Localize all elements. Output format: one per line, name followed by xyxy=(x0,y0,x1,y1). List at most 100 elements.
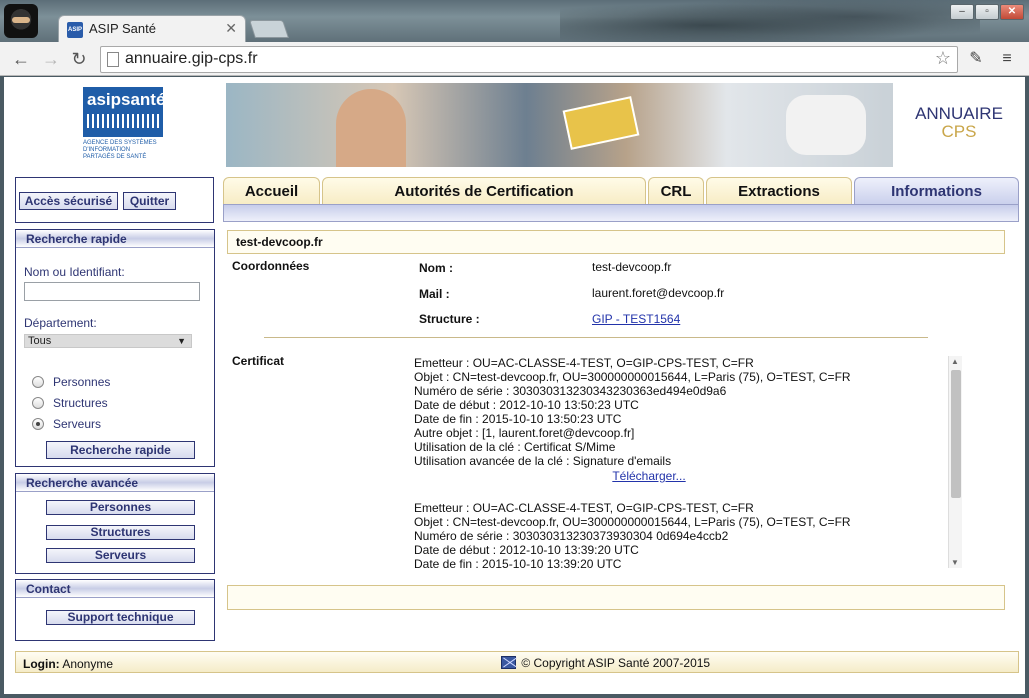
back-arrow-icon[interactable]: ← xyxy=(10,48,32,70)
annuaire-cps-title: ANNUAIRE CPS xyxy=(899,105,1019,141)
logo-subtitle: AGENCE DES SYSTÈMES D'INFORMATION PARTAG… xyxy=(83,140,157,160)
tab-extractions[interactable]: Extractions xyxy=(706,177,852,205)
quick-search-button[interactable]: Recherche rapide xyxy=(46,441,195,459)
cert-key-usage: Utilisation de la clé : Certificat S/Mim… xyxy=(414,440,616,454)
nom-label: Nom : xyxy=(419,261,453,275)
advanced-serveurs-button[interactable]: Serveurs xyxy=(46,548,195,563)
radio-structures-label[interactable]: Structures xyxy=(53,396,108,410)
copyright: © Copyright ASIP Santé 2007-2015 xyxy=(501,656,710,670)
contact-panel: Contact Support technique xyxy=(15,579,215,641)
profile-avatar-icon[interactable] xyxy=(4,4,38,38)
annuaire-title: ANNUAIRE xyxy=(915,104,1003,123)
scrollbar-thumb[interactable] xyxy=(951,370,961,498)
advanced-search-panel: Recherche avancée Personnes Structures S… xyxy=(15,473,215,574)
department-label: Département: xyxy=(24,316,97,330)
banner-card-image xyxy=(562,96,640,150)
radio-personnes-label[interactable]: Personnes xyxy=(53,375,110,389)
tab-autorites[interactable]: Autorités de Certification xyxy=(322,177,646,205)
forward-arrow-icon[interactable]: → xyxy=(40,48,62,70)
mail-label: Mail : xyxy=(419,287,450,301)
certificat-label: Certificat xyxy=(232,354,285,368)
scroll-up-arrow-icon[interactable]: ▲ xyxy=(951,357,959,366)
close-window-button[interactable]: ✕ xyxy=(1000,4,1024,20)
cert-start-date: Date de début : 2012-10-10 13:39:20 UTC xyxy=(414,543,639,557)
cert-emetteur: Emetteur : OU=AC-CLASSE-4-TEST, O=GIP-CP… xyxy=(414,356,754,370)
quick-search-panel: Recherche rapide Nom ou Identifiant: Dép… xyxy=(15,229,215,467)
new-tab-button[interactable] xyxy=(249,20,289,38)
radio-structures[interactable] xyxy=(32,397,44,409)
menu-icon[interactable]: ≡ xyxy=(996,48,1018,70)
cert-objet: Objet : CN=test-devcoop.fr, OU=300000000… xyxy=(414,370,851,384)
cert-end-date: Date de fin : 2015-10-10 13:39:20 UTC xyxy=(414,557,622,568)
support-button[interactable]: Support technique xyxy=(46,610,195,625)
cert-other-object: Autre objet : [1, laurent.foret@devcoop.… xyxy=(414,426,635,440)
detail-title: test-devcoop.fr xyxy=(236,235,323,249)
tab-accueil[interactable]: Accueil xyxy=(223,177,320,205)
login-value: Anonyme xyxy=(62,657,114,671)
banner-doctor-image xyxy=(786,95,866,155)
tab-close-icon[interactable]: ✕ xyxy=(225,20,237,37)
minimize-button[interactable]: – xyxy=(950,4,974,20)
detail-title-box: test-devcoop.fr xyxy=(227,230,1005,254)
download-link[interactable]: Télécharger... xyxy=(414,469,884,483)
certificate-entry: Emetteur : OU=AC-CLASSE-4-TEST, O=GIP-CP… xyxy=(414,501,962,568)
radio-serveurs-label[interactable]: Serveurs xyxy=(53,417,101,431)
certificate-list[interactable]: Emetteur : OU=AC-CLASSE-4-TEST, O=GIP-CP… xyxy=(414,356,962,568)
department-select[interactable]: Tous ▼ xyxy=(24,334,192,348)
tab-crl[interactable]: CRL xyxy=(648,177,704,205)
cert-emetteur: Emetteur : OU=AC-CLASSE-4-TEST, O=GIP-CP… xyxy=(414,501,754,515)
login-status: Login: Anonyme xyxy=(23,657,113,671)
copyright-text: © Copyright ASIP Santé 2007-2015 xyxy=(521,656,711,670)
logo-mark: asipsanté xyxy=(83,87,166,137)
tab-informations[interactable]: Informations xyxy=(854,177,1019,205)
contact-title: Contact xyxy=(16,580,214,598)
asip-logo[interactable]: asipsanté AGENCE DES SYSTÈMES D'INFORMAT… xyxy=(83,87,166,163)
web-page: asipsanté AGENCE DES SYSTÈMES D'INFORMAT… xyxy=(4,77,1025,694)
structure-link[interactable]: GIP - TEST1564 xyxy=(592,312,680,326)
department-value: Tous xyxy=(28,335,52,347)
mail-value: laurent.foret@devcoop.fr xyxy=(592,286,725,300)
url-text[interactable]: annuaire.gip-cps.fr xyxy=(125,50,258,68)
eyedropper-extension-icon[interactable]: ✎ xyxy=(965,48,987,70)
tab-underline-bar xyxy=(223,204,1019,222)
radio-serveurs[interactable] xyxy=(32,418,44,430)
structure-label: Structure : xyxy=(419,312,480,326)
certificate-scrollbar[interactable]: ▲ ▼ xyxy=(948,356,962,568)
name-input[interactable] xyxy=(24,282,200,301)
cps-title: CPS xyxy=(941,122,977,141)
coordonnees-label: Coordonnées xyxy=(232,259,310,273)
name-label: Nom ou Identifiant: xyxy=(24,265,125,279)
chevron-down-icon: ▼ xyxy=(177,336,186,346)
advanced-search-title: Recherche avancée xyxy=(16,474,214,492)
banner-person-image xyxy=(336,89,406,167)
cert-end-date: Date de fin : 2015-10-10 13:50:23 UTC xyxy=(414,412,622,426)
auth-box: Accès sécurisé Quitter xyxy=(15,177,214,223)
section-divider xyxy=(264,337,928,338)
secure-access-button[interactable]: Accès sécurisé xyxy=(19,192,118,210)
mail-icon[interactable] xyxy=(501,656,516,669)
bookmark-star-icon[interactable]: ☆ xyxy=(935,48,951,69)
radio-personnes[interactable] xyxy=(32,376,44,388)
cert-objet: Objet : CN=test-devcoop.fr, OU=300000000… xyxy=(414,515,851,529)
empty-message-box xyxy=(227,585,1005,610)
maximize-button[interactable]: ▫ xyxy=(975,4,999,20)
logo-text: asipsanté xyxy=(87,90,166,109)
cert-serial: Numéro de série : 303030313230343230363e… xyxy=(414,384,727,398)
scroll-down-arrow-icon[interactable]: ▼ xyxy=(951,558,959,567)
certificate-entry: Emetteur : OU=AC-CLASSE-4-TEST, O=GIP-CP… xyxy=(414,356,962,483)
browser-tab[interactable]: ASIP ASIP Santé ✕ xyxy=(58,15,246,43)
nom-value: test-devcoop.fr xyxy=(592,260,672,274)
page-footer: Login: Anonyme © Copyright ASIP Santé 20… xyxy=(15,651,1019,673)
logo-stripes xyxy=(87,114,159,128)
advanced-personnes-button[interactable]: Personnes xyxy=(46,500,195,515)
page-icon xyxy=(107,52,119,67)
quick-search-title: Recherche rapide xyxy=(16,230,214,248)
header-banner-image xyxy=(226,83,893,167)
cert-serial: Numéro de série : 303030313230373930304 … xyxy=(414,529,729,543)
address-bar[interactable]: annuaire.gip-cps.fr ☆ xyxy=(100,46,958,73)
reload-icon[interactable]: ↻ xyxy=(68,48,90,70)
cert-extended-key-usage: Utilisation avancée de la clé : Signatur… xyxy=(414,454,672,468)
login-label: Login: xyxy=(23,657,60,671)
advanced-structures-button[interactable]: Structures xyxy=(46,525,195,540)
quit-button[interactable]: Quitter xyxy=(123,192,176,210)
